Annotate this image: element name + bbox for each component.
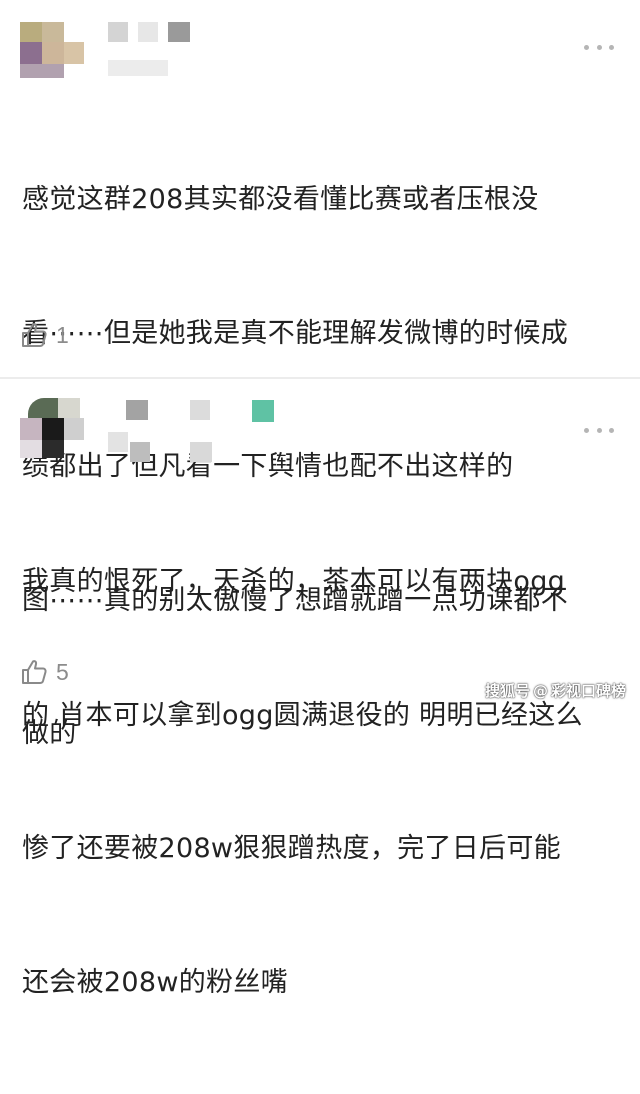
more-dots-icon[interactable] <box>584 425 614 435</box>
watermark-prefix: 搜狐号 <box>484 682 530 700</box>
watermark-at: @ <box>532 681 548 700</box>
like-button[interactable]: 5 <box>20 657 69 687</box>
watermark: 搜狐号 @ 彩视口碑榜 <box>485 680 626 701</box>
like-count: 5 <box>56 658 69 685</box>
thumbs-up-icon <box>22 323 47 347</box>
comment-text: 我真的恨死了，天杀的，茶本可以有两块ogg 的 肖本可以拿到ogg圆满退役的 明… <box>22 471 622 1094</box>
thumbs-up-icon <box>22 660 47 684</box>
username-blurred[interactable] <box>108 398 288 468</box>
comment-line: 感觉这群208其实都没看懂比赛或者压根没 <box>22 184 539 215</box>
comment-card: 我真的恨死了，天杀的，茶本可以有两块ogg 的 肖本可以拿到ogg圆满退役的 明… <box>0 380 640 998</box>
more-dots-icon[interactable] <box>584 42 614 52</box>
comment-line: 看⋯⋯但是她我是真不能理解发微博的时候成 <box>22 317 568 349</box>
divider <box>0 377 640 379</box>
watermark-account: 彩视口碑榜 <box>550 682 626 700</box>
comment-line: 还会被208w的粉丝嘴 <box>22 966 288 998</box>
avatar[interactable] <box>20 22 86 78</box>
comment-card: 感觉这群208其实都没看懂比赛或者压根没 看⋯⋯但是她我是真不能理解发微博的时候… <box>0 0 640 749</box>
comment-line: 惨了还要被208w狠狠蹭热度，完了日后可能 <box>22 833 561 864</box>
like-button[interactable]: 1 <box>20 320 69 350</box>
username-blurred[interactable] <box>108 20 198 80</box>
avatar[interactable] <box>20 398 86 462</box>
like-count: 1 <box>56 321 69 348</box>
comment-line: 我真的恨死了，天杀的，茶本可以有两块ogg <box>22 566 566 597</box>
